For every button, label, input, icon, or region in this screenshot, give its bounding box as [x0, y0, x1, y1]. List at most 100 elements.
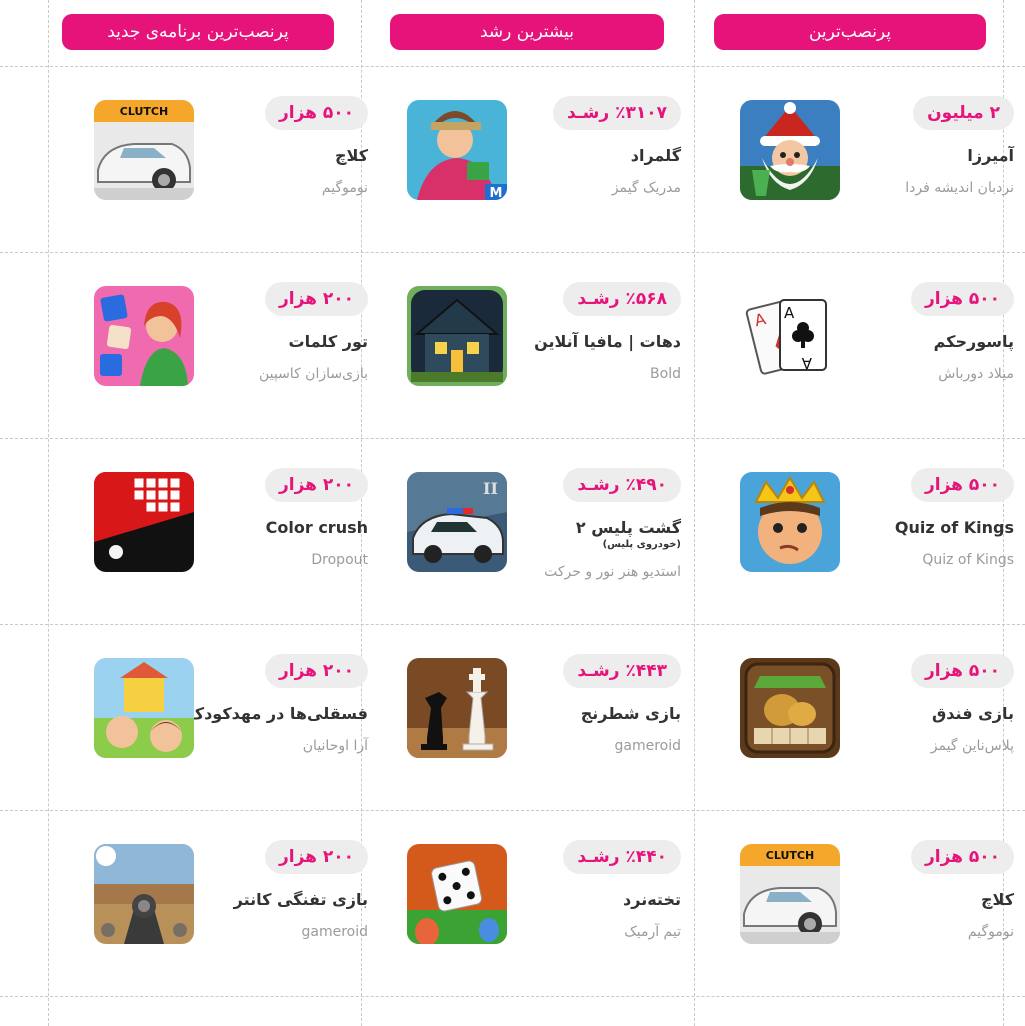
stat-badge: ۲۰۰ هزار — [264, 654, 368, 688]
app-card[interactable]: ۵۰۰ هزار کلاچ نوموگیم CLUTCH — [50, 96, 380, 280]
word-tour-icon[interactable] — [94, 286, 194, 386]
village-house-icon[interactable] — [407, 286, 507, 386]
app-card[interactable]: ۵۰۰ هزار پاسورحکم میلاد دورباش A A A — [696, 282, 1025, 466]
app-name-text: تخته‌نرد — [623, 890, 681, 909]
app-name[interactable]: تخته‌نرد — [623, 890, 681, 909]
grid-divider — [0, 66, 1025, 67]
stat-badge: ٪۵۶۸ رشـد — [563, 282, 681, 316]
stat-badge: ۵۰۰ هزار — [910, 282, 1014, 316]
developer-name: آرا اوحانیان — [302, 738, 368, 754]
app-subtitle: (خودروی پلیس) — [602, 539, 681, 550]
app-card[interactable]: ٪۴۴۰ رشـد تخته‌نرد تیم آرمیک — [363, 840, 693, 1024]
app-card[interactable]: ۵۰۰ هزار بازی فندق پلاس‌ناین گیمز — [696, 654, 1025, 838]
app-card[interactable]: ٪۴۹۰ رشـد گشت پلیس ۲ (خودروی پلیس) استدیو ه… — [363, 468, 693, 652]
app-name[interactable]: کلاچ — [981, 890, 1014, 909]
stat-badge: ٪۳۱۰۷ رشـد — [553, 96, 681, 130]
app-name-text: بازی فندق — [931, 704, 1014, 723]
crowned-king-icon-artwork — [740, 472, 840, 572]
village-house-icon-artwork — [407, 286, 507, 386]
stat-badge: ٪۴۴۳ رشـد — [563, 654, 681, 688]
app-card[interactable]: ٪۴۴۳ رشـد بازی شطرنج gameroid — [363, 654, 693, 838]
app-name[interactable]: فسقلی‌ها در مهدکودک — [188, 704, 368, 723]
clutch-car-icon[interactable]: CLUTCH — [740, 844, 840, 944]
app-card[interactable]: ۵۰۰ هزار Quiz of Kings Quiz of Kings — [696, 468, 1025, 652]
app-name-text: آمیرزا — [967, 146, 1014, 165]
developer-name: نوموگیم — [967, 924, 1014, 940]
word-tour-icon-artwork — [94, 286, 194, 386]
amirza-santa-icon-artwork — [740, 100, 840, 200]
developer-name: نردبان اندیشه فردا — [905, 180, 1014, 196]
clutch-car-icon-artwork: CLUTCH — [740, 844, 840, 944]
svg-text:A: A — [784, 304, 795, 322]
police-car-icon[interactable]: II — [407, 472, 507, 572]
app-name[interactable]: گلمراد — [631, 146, 681, 165]
golmorad-woman-icon[interactable]: M — [407, 100, 507, 200]
counter-gun-icon-artwork — [94, 844, 194, 944]
app-name-text: گلمراد — [630, 146, 681, 165]
app-name[interactable]: بازی فندق — [932, 704, 1014, 723]
developer-name: Dropout — [311, 552, 368, 568]
stat-badge: ۵۰۰ هزار — [910, 468, 1014, 502]
dice-icon[interactable] — [407, 844, 507, 944]
stat-badge: ۲ میلیون — [913, 96, 1014, 130]
counter-gun-icon[interactable] — [94, 844, 194, 944]
app-card[interactable]: ۲۰۰ هزار Color crush Dropout — [50, 468, 380, 652]
clutch-car-icon[interactable]: CLUTCH — [94, 100, 194, 200]
developer-name: Quiz of Kings — [922, 552, 1014, 568]
hazelnut-icon[interactable] — [740, 658, 840, 758]
app-name[interactable]: Color crush — [266, 518, 368, 537]
svg-text:A: A — [801, 354, 812, 372]
app-name-text: Quiz of Kings — [894, 518, 1014, 537]
crowned-king-icon[interactable] — [740, 472, 840, 572]
police-car-icon-artwork: II — [407, 472, 507, 572]
developer-name: مدریک گیمز — [611, 180, 681, 196]
chess-pieces-icon[interactable] — [407, 658, 507, 758]
clutch-car-icon-artwork: CLUTCH — [94, 100, 194, 200]
stat-badge: ۲۰۰ هزار — [264, 282, 368, 316]
app-name[interactable]: آمیرزا — [967, 146, 1014, 165]
app-name-text: گشت پلیس ۲ — [575, 518, 681, 537]
developer-name: بازی‌سازان کاسپین — [258, 366, 368, 382]
app-card[interactable]: ۲۰۰ هزار فسقلی‌ها در مهدکودک آرا اوحانیان — [50, 654, 380, 838]
app-name[interactable]: کلاچ — [335, 146, 368, 165]
app-name-text: کلاچ — [981, 890, 1014, 909]
svg-text:M: M — [490, 186, 503, 200]
app-card[interactable]: ٪۳۱۰۷ رشـد گلمراد مدریک گیمز M — [363, 96, 693, 280]
amirza-santa-icon[interactable] — [740, 100, 840, 200]
app-ranking-board: پرنصب‌ترین بیشترین رشد پرنصب‌ترین برنامه… — [0, 0, 1025, 1026]
playing-cards-icon[interactable]: A A A — [740, 286, 840, 386]
kindergarten-kids-icon[interactable] — [94, 658, 194, 758]
developer-name: gameroid — [301, 924, 368, 940]
hazelnut-icon-artwork — [740, 658, 840, 758]
developer-name: نوموگیم — [321, 180, 368, 196]
golmorad-woman-icon-artwork: M — [407, 100, 507, 200]
app-card[interactable]: ۵۰۰ هزار کلاچ نوموگیم CLUTCH — [696, 840, 1025, 1024]
column-header-most-installed[interactable]: پرنصب‌ترین — [714, 14, 986, 50]
app-name[interactable]: گشت پلیس ۲ (خودروی پلیس) — [576, 518, 681, 550]
chess-pieces-icon-artwork — [407, 658, 507, 758]
app-name[interactable]: Quiz of Kings — [895, 518, 1014, 537]
app-card[interactable]: ۲۰۰ هزار بازی تفنگی کانتر gameroid — [50, 840, 380, 1024]
app-name-text: فسقلی‌ها در مهدکودک — [187, 704, 368, 723]
app-name[interactable]: تور کلمات — [289, 332, 368, 351]
playing-cards-icon-artwork: A A A — [740, 286, 840, 386]
stat-badge: ٪۴۹۰ رشـد — [563, 468, 681, 502]
app-name-text: کلاچ — [335, 146, 368, 165]
app-name-text: بازی شطرنج — [580, 704, 681, 723]
app-name[interactable]: پاسورحکم — [934, 332, 1014, 351]
app-card[interactable]: ۲ میلیون آمیرزا نردبان اندیشه فردا — [696, 96, 1025, 280]
app-card[interactable]: ٪۵۶۸ رشـد دهات | مافیا آنلاین Bold — [363, 282, 693, 466]
app-name[interactable]: بازی شطرنج — [581, 704, 681, 723]
stat-badge: ۵۰۰ هزار — [264, 96, 368, 130]
app-name-text: دهات | مافیا آنلاین — [534, 332, 681, 351]
app-name[interactable]: بازی تفنگی کانتر — [234, 890, 368, 909]
column-header-most-installed-new[interactable]: پرنصب‌ترین برنامه‌ی جدید — [62, 14, 334, 50]
stat-badge: ٪۴۴۰ رشـد — [563, 840, 681, 874]
color-crush-icon[interactable] — [94, 472, 194, 572]
app-name[interactable]: دهات | مافیا آنلاین — [534, 332, 681, 351]
stat-badge: ۲۰۰ هزار — [264, 468, 368, 502]
stat-badge: ۵۰۰ هزار — [910, 654, 1014, 688]
svg-text:II: II — [483, 479, 498, 498]
app-card[interactable]: ۲۰۰ هزار تور کلمات بازی‌سازان کاسپین — [50, 282, 380, 466]
column-header-most-growth[interactable]: بیشترین رشد — [390, 14, 664, 50]
